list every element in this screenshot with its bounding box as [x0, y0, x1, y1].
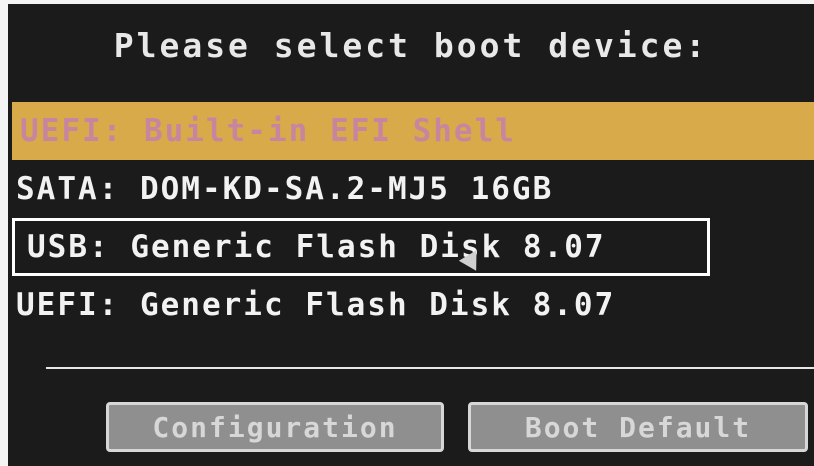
boot-device-list: UEFI: Built-in EFI Shell SATA: DOM-KD-SA…: [8, 102, 814, 334]
boot-device-label: UEFI: Generic Flash Disk 8.07: [16, 287, 616, 323]
boot-device-label: USB: Generic Flash Disk 8.07: [27, 229, 606, 265]
boot-device-sata-dom[interactable]: SATA: DOM-KD-SA.2-MJ5 16GB: [8, 160, 814, 218]
boot-device-label: UEFI: Built-in EFI Shell: [20, 113, 516, 149]
boot-device-usb-flash[interactable]: USB: Generic Flash Disk 8.07: [12, 218, 710, 276]
boot-menu-title: Please select boot device:: [113, 26, 709, 65]
divider: [46, 367, 814, 369]
boot-device-label: SATA: DOM-KD-SA.2-MJ5 16GB: [16, 171, 554, 207]
boot-menu-screen: Please select boot device: UEFI: Built-i…: [8, 4, 814, 466]
configuration-button[interactable]: Configuration: [106, 402, 444, 452]
boot-default-button[interactable]: Boot Default: [468, 402, 808, 452]
boot-device-efi-shell[interactable]: UEFI: Built-in EFI Shell: [12, 102, 814, 160]
boot-device-uefi-flash[interactable]: UEFI: Generic Flash Disk 8.07: [8, 276, 814, 334]
